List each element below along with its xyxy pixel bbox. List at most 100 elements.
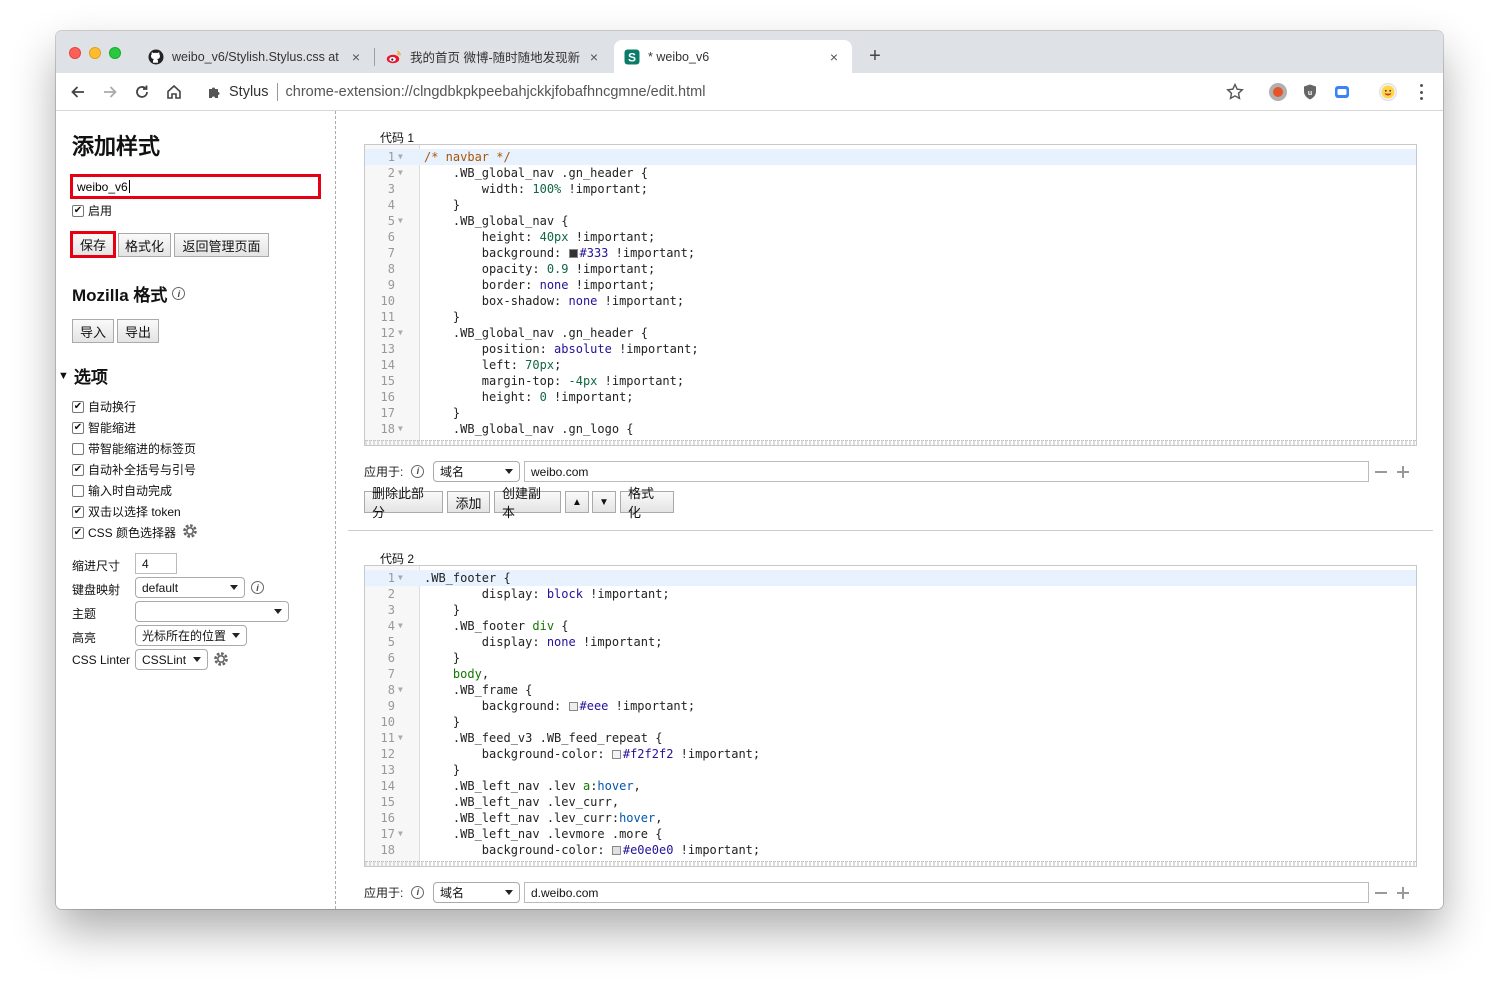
option-auto-close-brackets[interactable]: ✔ 自动补全括号与引号 bbox=[72, 461, 196, 478]
omnibox-divider bbox=[276, 83, 278, 101]
tab-stylus-editor[interactable]: S * weibo_v6 × bbox=[614, 40, 852, 73]
svg-text:u: u bbox=[1308, 90, 1312, 97]
applies-to-type-select[interactable]: 域名 bbox=[433, 882, 520, 903]
back-to-manage-button[interactable]: 返回管理页面 bbox=[174, 233, 269, 257]
new-tab-button[interactable]: + bbox=[864, 45, 886, 67]
browser-toolbar: Stylus chrome-extension://clngdbkpkpeeba… bbox=[56, 73, 1443, 111]
extension-record-icon[interactable] bbox=[1269, 83, 1287, 101]
editor-scrollbar[interactable] bbox=[365, 440, 1416, 445]
enabled-checkbox[interactable]: ✔ 启用 bbox=[72, 202, 112, 219]
url-text: chrome-extension://clngdbkpkpeebahjckkjf… bbox=[285, 84, 706, 100]
info-icon[interactable]: i bbox=[411, 885, 425, 899]
checkbox-checked-icon: ✔ bbox=[72, 204, 84, 217]
style-name-input[interactable]: weibo_v6 bbox=[70, 174, 321, 199]
option-indent-with-tabs[interactable]: 带智能缩进的标签页 bbox=[72, 440, 196, 457]
indent-size-label: 缩进尺寸 bbox=[72, 559, 121, 573]
remove-applies-to-icon[interactable] bbox=[1375, 892, 1387, 894]
color-swatch[interactable] bbox=[611, 750, 621, 759]
linter-settings-gear-icon[interactable] bbox=[212, 650, 230, 668]
code-editor-2[interactable]: 1 ▼ .WB_footer { 2 display: block !importa… bbox=[364, 565, 1417, 867]
color-swatch[interactable] bbox=[568, 249, 578, 258]
dropdown-arrow-icon bbox=[505, 890, 513, 895]
move-down-button[interactable]: ▼ bbox=[592, 491, 616, 513]
minimize-window-button[interactable] bbox=[89, 47, 101, 59]
info-icon[interactable]: i bbox=[172, 287, 186, 300]
browser-menu-icon[interactable] bbox=[1416, 82, 1426, 102]
tab-title: * weibo_v6 bbox=[648, 49, 710, 64]
bookmark-star-icon[interactable] bbox=[1224, 81, 1246, 103]
mozilla-format-heading-text: Mozilla 格式 bbox=[72, 286, 168, 305]
save-button[interactable]: 保存 bbox=[70, 231, 116, 258]
close-icon[interactable]: × bbox=[826, 49, 842, 65]
profile-avatar[interactable] bbox=[1379, 83, 1397, 101]
applies-to-label: 应用于: bbox=[364, 464, 404, 479]
puzzle-icon bbox=[209, 87, 220, 98]
close-icon[interactable]: × bbox=[348, 49, 364, 65]
address-bar[interactable]: Stylus chrome-extension://clngdbkpkpeeba… bbox=[199, 77, 1249, 107]
checkbox-unchecked-icon bbox=[72, 484, 84, 497]
option-label: 自动换行 bbox=[88, 400, 137, 414]
editor-scrollbar[interactable] bbox=[365, 861, 1416, 866]
option-label: 输入时自动完成 bbox=[88, 484, 173, 498]
move-up-button[interactable]: ▲ bbox=[565, 491, 589, 513]
add-applies-to-icon[interactable] bbox=[1397, 886, 1409, 900]
checkbox-checked-icon: ✔ bbox=[72, 505, 84, 518]
triangle-down-icon: ▼ bbox=[58, 369, 69, 382]
dropdown-arrow-icon bbox=[230, 585, 238, 590]
option-color-picker[interactable]: ✔ CSS 颜色选择器 bbox=[72, 524, 176, 541]
close-icon[interactable]: × bbox=[586, 49, 602, 65]
option-label: 双击以选择 token bbox=[88, 505, 181, 519]
dropdown-arrow-icon bbox=[232, 633, 240, 638]
keymap-label: 键盘映射 bbox=[72, 583, 121, 597]
format-section-button[interactable]: 格式化 bbox=[620, 486, 674, 520]
reload-icon[interactable] bbox=[130, 80, 154, 104]
highlight-select[interactable]: 光标所在的位置 bbox=[135, 625, 247, 646]
linter-select[interactable]: CSSLint bbox=[135, 649, 208, 670]
text-caret bbox=[128, 180, 130, 193]
clone-section-button[interactable]: 创建副本 bbox=[494, 486, 561, 520]
forward-icon[interactable] bbox=[98, 80, 122, 104]
import-button[interactable]: 导入 bbox=[72, 319, 114, 343]
linter-value: CSSLint bbox=[142, 652, 187, 667]
highlight-label: 高亮 bbox=[72, 631, 97, 645]
ublock-shield-icon[interactable]: u bbox=[1301, 83, 1319, 101]
export-button[interactable]: 导出 bbox=[117, 319, 159, 343]
tab-github[interactable]: weibo_v6/Stylish.Stylus.css at × bbox=[138, 40, 374, 73]
option-select-by-token[interactable]: ✔ 双击以选择 token bbox=[72, 503, 181, 520]
tab-strip: weibo_v6/Stylish.Stylus.css at × 我的首页 微博… bbox=[56, 31, 1443, 73]
applies-to-type-select[interactable]: 域名 bbox=[433, 461, 520, 482]
extension-card-icon[interactable] bbox=[1333, 83, 1351, 101]
sections-area: 代码 1 1 ▼/* navbar */ 2 ▼ .WB_global_nav .g… bbox=[337, 111, 1443, 909]
back-icon[interactable] bbox=[66, 80, 90, 104]
applies-to-type-value: 域名 bbox=[440, 886, 465, 900]
code-editor-1[interactable]: 1 ▼/* navbar */ 2 ▼ .WB_global_nav .gn_hea… bbox=[364, 144, 1417, 446]
option-label: CSS 颜色选择器 bbox=[88, 526, 177, 540]
options-heading[interactable]: ▼ 选项 bbox=[58, 363, 108, 388]
delete-section-button[interactable]: 删除此部分 bbox=[364, 486, 443, 520]
color-picker-settings-gear-icon[interactable] bbox=[181, 522, 199, 540]
keymap-info-icon[interactable]: i bbox=[251, 581, 264, 594]
color-swatch[interactable] bbox=[568, 702, 578, 711]
theme-select[interactable] bbox=[135, 601, 289, 622]
home-icon[interactable] bbox=[162, 80, 186, 104]
keymap-select[interactable]: default bbox=[135, 577, 245, 598]
maximize-window-button[interactable] bbox=[109, 47, 121, 59]
color-swatch[interactable] bbox=[611, 846, 621, 855]
highlight-value: 光标所在的位置 bbox=[142, 629, 227, 643]
remove-applies-to-icon[interactable] bbox=[1375, 471, 1387, 473]
applies-to-value-input[interactable]: d.weibo.com bbox=[524, 882, 1369, 903]
format-button[interactable]: 格式化 bbox=[118, 233, 171, 257]
option-autocomplete-on-typing[interactable]: 输入时自动完成 bbox=[72, 482, 172, 499]
add-section-button[interactable]: 添加 bbox=[447, 491, 490, 513]
theme-label: 主题 bbox=[72, 607, 97, 621]
tab-weibo[interactable]: 我的首页 微博-随时随地发现新鲜 × bbox=[376, 40, 612, 73]
info-icon[interactable]: i bbox=[411, 464, 425, 478]
add-applies-to-icon[interactable] bbox=[1397, 465, 1409, 479]
indent-size-input[interactable]: 4 bbox=[135, 553, 177, 574]
checkbox-checked-icon: ✔ bbox=[72, 400, 84, 413]
option-smart-indent[interactable]: ✔ 智能缩进 bbox=[72, 419, 136, 436]
close-window-button[interactable] bbox=[69, 47, 81, 59]
linter-label: CSS Linter bbox=[72, 653, 131, 667]
applies-to-value-input[interactable]: weibo.com bbox=[524, 461, 1369, 482]
option-line-wrap[interactable]: ✔ 自动换行 bbox=[72, 398, 136, 415]
